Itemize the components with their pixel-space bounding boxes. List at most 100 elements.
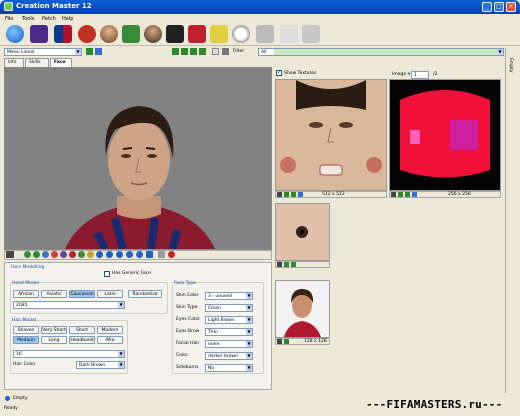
head-id-combo[interactable]: 2085 ▼ bbox=[13, 301, 125, 309]
player-combo[interactable]: Messi Lionel ▼ bbox=[4, 48, 82, 56]
randomize-button[interactable]: Randomize bbox=[128, 290, 162, 298]
shirt-view-icon[interactable] bbox=[51, 251, 58, 258]
chevron-down-icon: ▼ bbox=[246, 353, 252, 359]
import-texture-icon[interactable] bbox=[284, 192, 289, 197]
league-icon[interactable] bbox=[30, 25, 48, 43]
close-button[interactable]: × bbox=[506, 2, 516, 12]
facial-hair-combo[interactable]: none ▼ bbox=[205, 340, 253, 348]
referee-icon[interactable] bbox=[166, 25, 184, 43]
eyes-icon[interactable] bbox=[42, 251, 49, 258]
export-texture-icon[interactable] bbox=[405, 192, 410, 197]
hair-headband-button[interactable]: Headband bbox=[69, 336, 95, 344]
hair-shaven-button[interactable]: Shaven bbox=[13, 326, 39, 334]
record-icon[interactable] bbox=[168, 251, 175, 258]
head-icon[interactable] bbox=[24, 251, 31, 258]
boots-icon[interactable] bbox=[256, 25, 274, 43]
manager-icon[interactable] bbox=[144, 25, 162, 43]
shorts-icon[interactable] bbox=[60, 251, 67, 258]
face-3d-viewer[interactable] bbox=[4, 67, 272, 250]
eye-texture[interactable] bbox=[275, 203, 330, 261]
sideburns-combo[interactable]: No ▼ bbox=[205, 364, 253, 372]
filter-icon[interactable] bbox=[222, 48, 229, 55]
zoom-icon[interactable] bbox=[136, 251, 143, 258]
dropdown-icon[interactable] bbox=[277, 262, 282, 267]
hair-medium-button[interactable]: Medium bbox=[13, 336, 39, 344]
eyes-color-combo[interactable]: Light Brown ▼ bbox=[205, 316, 253, 324]
tab-info[interactable]: Info bbox=[4, 58, 24, 67]
skin-color-combo[interactable]: 3 - unused ▼ bbox=[205, 292, 253, 300]
facial-hair-color-combo[interactable]: darker brown ▼ bbox=[205, 352, 253, 360]
player-photo-image bbox=[276, 281, 329, 337]
minimize-button[interactable]: _ bbox=[482, 2, 492, 12]
eyes-brow-combo[interactable]: Thin ▼ bbox=[205, 328, 253, 336]
head-african-button[interactable]: African bbox=[13, 290, 39, 298]
import-texture-icon[interactable] bbox=[284, 262, 289, 267]
skin-type-combo[interactable]: Clean ▼ bbox=[205, 304, 253, 312]
face-texture-512[interactable] bbox=[275, 79, 387, 191]
save-texture-icon[interactable] bbox=[412, 192, 417, 197]
export-icon[interactable] bbox=[199, 48, 206, 55]
hair-modern-button[interactable]: Modern bbox=[97, 326, 123, 334]
rotate-up-icon[interactable] bbox=[116, 251, 123, 258]
hair-texture-256[interactable] bbox=[389, 79, 501, 191]
reset-view-icon[interactable] bbox=[146, 251, 153, 258]
hair-very-short-button[interactable]: Very Short bbox=[41, 326, 67, 334]
light-icon[interactable] bbox=[87, 251, 94, 258]
show-textures-checkbox[interactable]: ✓ bbox=[276, 70, 282, 76]
shirt-icon[interactable] bbox=[78, 25, 96, 43]
import-icon[interactable] bbox=[190, 48, 197, 55]
rotate-right-icon[interactable] bbox=[106, 251, 113, 258]
camera-icon[interactable] bbox=[158, 251, 165, 258]
hair-short-button[interactable]: Short bbox=[69, 326, 95, 334]
player-icon[interactable] bbox=[100, 25, 118, 43]
tab-face[interactable]: Face bbox=[50, 58, 72, 67]
dropdown-icon[interactable] bbox=[277, 339, 282, 344]
status-empty: Empty bbox=[13, 396, 28, 401]
socks-icon[interactable] bbox=[69, 251, 76, 258]
import-photo-icon[interactable] bbox=[284, 339, 289, 344]
head-asiatic-button[interactable]: Asiatic bbox=[41, 290, 67, 298]
dropdown-icon[interactable] bbox=[391, 192, 396, 197]
globe-icon[interactable] bbox=[6, 25, 24, 43]
head-latin-button[interactable]: Latin bbox=[97, 290, 123, 298]
find-icon[interactable] bbox=[86, 48, 93, 55]
generic-face-checkbox[interactable] bbox=[104, 271, 110, 277]
stadium-icon[interactable] bbox=[122, 25, 140, 43]
menu-tools[interactable]: Tools bbox=[22, 16, 34, 22]
paste-icon[interactable] bbox=[181, 48, 188, 55]
rotate-left-icon[interactable] bbox=[96, 251, 103, 258]
import-texture-icon[interactable] bbox=[398, 192, 403, 197]
boots-view-icon[interactable] bbox=[78, 251, 85, 258]
maximize-button[interactable]: □ bbox=[494, 2, 504, 12]
flag-icon[interactable] bbox=[188, 25, 206, 43]
filter-combo[interactable]: All ▼ bbox=[258, 48, 504, 56]
hair-color-combo[interactable]: Dark Brown ▼ bbox=[76, 361, 125, 369]
menu-help[interactable]: Help bbox=[62, 16, 73, 22]
hair-long-button[interactable]: Long bbox=[41, 336, 67, 344]
delete-icon[interactable] bbox=[212, 48, 219, 55]
hair-id-combo[interactable]: 16 ▼ bbox=[13, 350, 125, 358]
image-number-spinner[interactable]: 1 bbox=[411, 71, 429, 79]
hair-icon[interactable] bbox=[33, 251, 40, 258]
export-texture-icon[interactable] bbox=[291, 262, 296, 267]
player-photo[interactable] bbox=[275, 280, 330, 338]
trophy-icon[interactable] bbox=[210, 25, 228, 43]
dropdown-icon[interactable] bbox=[277, 192, 282, 197]
ball-icon[interactable] bbox=[232, 25, 250, 43]
menu-file[interactable]: File bbox=[5, 16, 13, 22]
rotate-down-icon[interactable] bbox=[126, 251, 133, 258]
dropdown-icon[interactable] bbox=[6, 251, 14, 258]
pack-icon[interactable] bbox=[280, 25, 298, 43]
save-texture-icon[interactable] bbox=[298, 192, 303, 197]
menu-patch[interactable]: Patch bbox=[42, 16, 56, 22]
tab-skills[interactable]: Skills bbox=[25, 58, 49, 67]
chevron-down-icon: ▼ bbox=[118, 302, 124, 308]
club-icon[interactable] bbox=[54, 25, 72, 43]
add-icon[interactable] bbox=[95, 48, 102, 55]
hair-afro-button[interactable]: Afro bbox=[97, 336, 123, 344]
export-texture-icon[interactable] bbox=[291, 192, 296, 197]
tools-icon[interactable] bbox=[302, 25, 320, 43]
window-title: Creation Master 12 bbox=[16, 2, 92, 10]
head-caucasian-button[interactable]: Caucasian bbox=[69, 290, 95, 298]
copy-icon[interactable] bbox=[172, 48, 179, 55]
